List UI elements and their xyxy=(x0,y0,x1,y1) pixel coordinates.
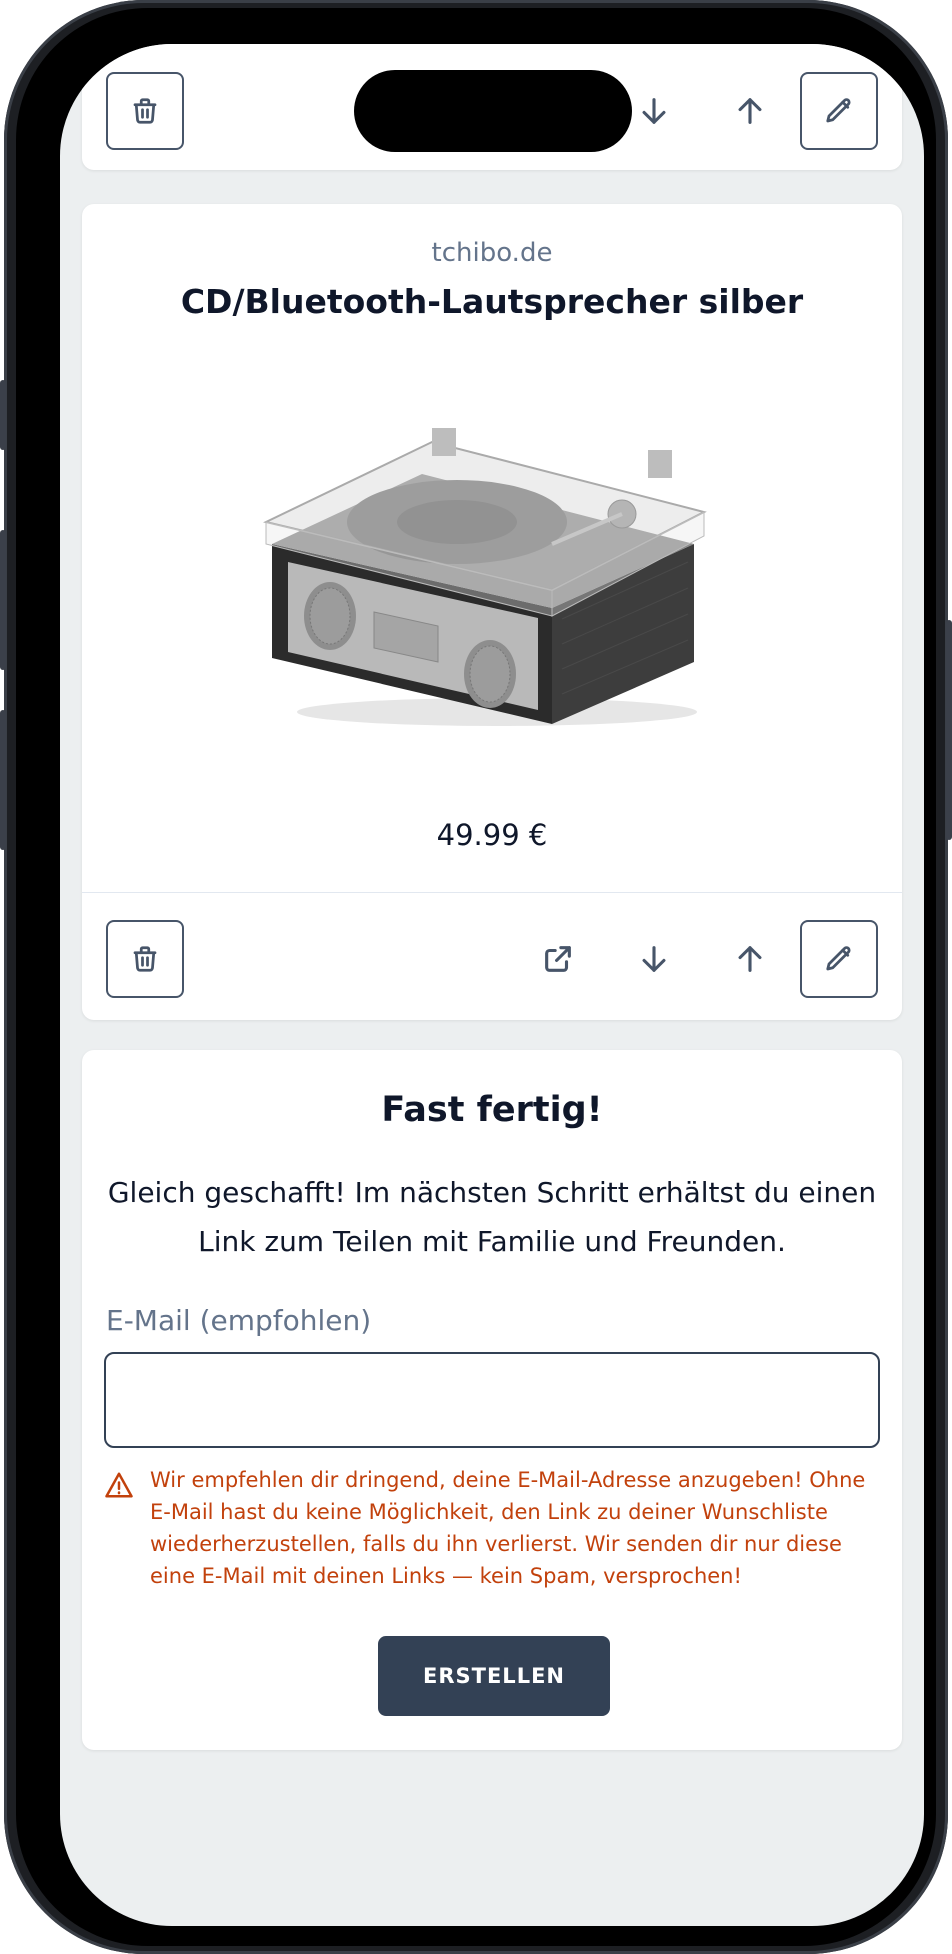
finish-card: Fast fertig! Gleich geschafft! Im nächst… xyxy=(82,1050,902,1750)
product-price: 49.99 € xyxy=(436,818,548,852)
trash-icon xyxy=(133,946,157,972)
move-down-button[interactable] xyxy=(624,81,684,141)
edit-button[interactable] xyxy=(800,72,878,150)
move-down-button[interactable] xyxy=(624,929,684,989)
external-link-icon xyxy=(545,946,571,972)
side-button-volume-up xyxy=(0,530,6,670)
open-link-button[interactable] xyxy=(528,929,588,989)
move-up-button[interactable] xyxy=(720,81,780,141)
finish-description: Gleich geschafft! Im nächsten Schritt er… xyxy=(107,1176,877,1258)
delete-button[interactable] xyxy=(106,72,184,150)
email-field[interactable] xyxy=(104,1352,880,1448)
trash-icon xyxy=(133,98,157,124)
wish-card: tchibo.de CD/Bluetooth-Lautsprecher silb… xyxy=(82,204,902,1020)
side-button-power xyxy=(946,620,952,840)
side-button-action xyxy=(0,380,6,450)
product-title: CD/Bluetooth-Lautsprecher silber xyxy=(180,282,804,321)
arrow-down-icon xyxy=(642,98,666,124)
email-warning: Wir empfehlen dir dringend, deine E-Mail… xyxy=(150,1468,866,1588)
finish-title: Fast fertig! xyxy=(381,1090,603,1130)
phone-bezel: tchibo.de CD/Bluetooth-Lautsprecher silb… xyxy=(16,8,936,1946)
warning-icon xyxy=(105,1472,133,1498)
move-up-button[interactable] xyxy=(720,929,780,989)
arrow-up-icon xyxy=(738,98,762,124)
email-label: E-Mail (empfohlen) xyxy=(106,1304,372,1337)
product-image[interactable] xyxy=(252,394,732,734)
card-divider xyxy=(82,892,902,893)
arrow-down-icon xyxy=(642,946,666,972)
edit-button[interactable] xyxy=(800,920,878,998)
product-domain: tchibo.de xyxy=(431,238,553,268)
pencil-icon xyxy=(826,946,851,971)
phone-frame: tchibo.de CD/Bluetooth-Lautsprecher silb… xyxy=(0,0,952,1954)
pencil-icon xyxy=(826,98,851,123)
arrow-up-icon xyxy=(738,946,762,972)
screen: tchibo.de CD/Bluetooth-Lautsprecher silb… xyxy=(60,44,924,1926)
delete-button[interactable] xyxy=(106,920,184,998)
side-button-volume-down xyxy=(0,710,6,850)
dynamic-island xyxy=(354,70,632,152)
create-button[interactable]: ERSTELLEN xyxy=(378,1636,610,1716)
